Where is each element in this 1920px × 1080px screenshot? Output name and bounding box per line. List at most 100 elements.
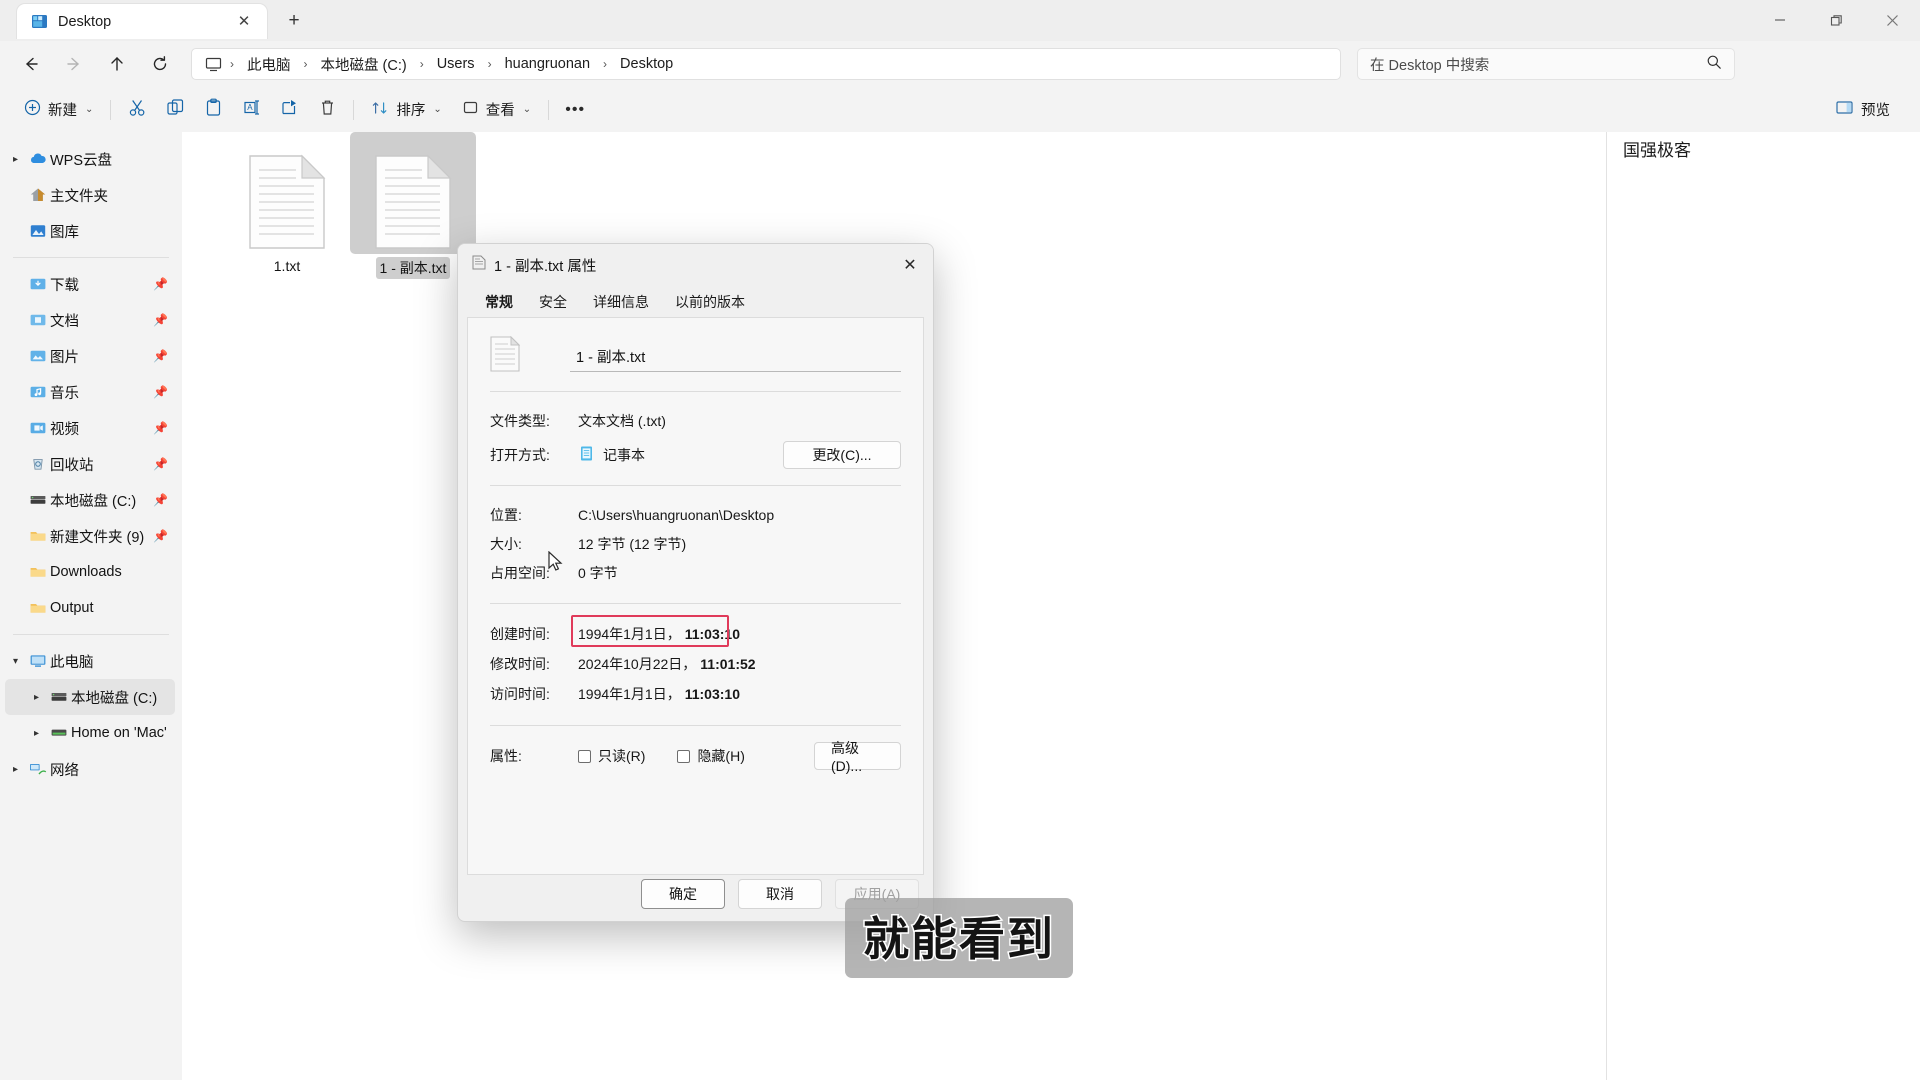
dialog-tabs[interactable]: 常规 安全 详细信息 以前的版本 — [458, 286, 933, 317]
pin-icon[interactable]: 📌 — [153, 493, 168, 507]
breadcrumb-item-1[interactable]: 本地磁盘 (C:) — [314, 51, 414, 78]
new-tab-button[interactable]: + — [277, 4, 311, 38]
modified-date: 2024年10月22日， — [578, 656, 697, 672]
sidebar-item-local-disk-c-tree[interactable]: ▸ 本地磁盘 (C:) — [5, 679, 175, 715]
pin-icon[interactable]: 📌 — [153, 421, 168, 435]
view-button[interactable]: 查看 ⌄ — [452, 93, 541, 127]
sidebar-item-pictures[interactable]: 图片 📌 — [5, 338, 175, 374]
sidebar-item-network[interactable]: ▸ 网络 — [5, 751, 175, 787]
breadcrumb-item-2[interactable]: Users — [430, 53, 482, 75]
preview-button-label: 预览 — [1861, 103, 1890, 119]
hidden-checkbox[interactable] — [677, 749, 691, 763]
sidebar-item-music[interactable]: 音乐 📌 — [5, 374, 175, 410]
readonly-checkbox-group[interactable]: 只读(R) — [578, 746, 645, 766]
chevron-right-icon[interactable]: ▸ — [26, 728, 47, 739]
sidebar-divider — [13, 634, 169, 635]
pin-icon[interactable]: 📌 — [153, 313, 168, 327]
sidebar-item-this-pc[interactable]: ▾ 此电脑 — [5, 643, 175, 679]
chevron-down-icon[interactable]: ▾ — [5, 656, 26, 667]
sidebar-divider — [13, 257, 169, 258]
tab-desktop[interactable]: Desktop ✕ — [16, 3, 268, 39]
chevron-right-icon[interactable]: ▸ — [5, 154, 26, 165]
address-bar-row: › 此电脑 › 本地磁盘 (C:) › Users › huangruonan … — [0, 41, 1920, 87]
sidebar-item-output[interactable]: Output — [5, 590, 175, 626]
sidebar-item-home-on-mac[interactable]: ▸ Home on 'Mac' ( — [5, 715, 175, 751]
tab-previous-versions[interactable]: 以前的版本 — [662, 286, 758, 317]
breadcrumb-item-4[interactable]: Desktop — [613, 53, 680, 75]
sidebar-item-gallery[interactable]: 图库 — [5, 213, 175, 249]
filename-input[interactable]: 1 - 副本.txt — [570, 341, 901, 372]
pin-icon[interactable]: 📌 — [153, 529, 168, 543]
advanced-button[interactable]: 高级(D)... — [814, 740, 901, 774]
recycle-bin-icon — [26, 455, 50, 473]
chevron-right-icon[interactable]: ▸ — [5, 764, 26, 775]
text-file-icon — [249, 154, 326, 249]
pin-icon[interactable]: 📌 — [153, 385, 168, 399]
sidebar-item-videos[interactable]: 视频 📌 — [5, 410, 175, 446]
hidden-checkbox-group[interactable]: 隐藏(H) — [677, 746, 745, 766]
sidebar-item-documents[interactable]: 文档 📌 — [5, 302, 175, 338]
close-button[interactable] — [1864, 0, 1920, 40]
tab-label: Desktop — [58, 13, 112, 30]
rename-button[interactable]: A — [232, 93, 270, 127]
breadcrumb-item-0[interactable]: 此电脑 — [240, 51, 298, 78]
cut-button[interactable] — [118, 93, 156, 127]
refresh-button[interactable] — [143, 47, 177, 81]
notepad-icon — [578, 445, 595, 465]
ok-button[interactable]: 确定 — [641, 879, 725, 909]
share-button[interactable] — [270, 93, 308, 127]
tab-security[interactable]: 安全 — [526, 286, 580, 317]
close-icon[interactable]: ✕ — [231, 9, 257, 35]
attributes-label: 属性: — [490, 748, 522, 764]
new-button-label: 新建 — [48, 103, 77, 119]
modified-time-row: 修改时间: 2024年10月22日， 11:01:52 — [490, 649, 901, 679]
sidebar-item-local-disk-c[interactable]: 本地磁盘 (C:) 📌 — [5, 482, 175, 518]
copy-button[interactable] — [156, 93, 194, 127]
readonly-checkbox[interactable] — [578, 749, 591, 763]
change-app-button[interactable]: 更改(C)... — [783, 441, 901, 469]
this-pc-icon[interactable] — [202, 56, 224, 73]
up-button[interactable] — [100, 47, 134, 81]
file-item-1txt[interactable]: 1.txt — [224, 146, 350, 276]
file-properties-dialog[interactable]: 1 - 副本.txt 属性 ✕ 常规 安全 详细信息 以前的版本 1 - 副本.… — [457, 243, 934, 922]
close-icon[interactable]: ✕ — [887, 244, 933, 286]
breadcrumb-item-3[interactable]: huangruonan — [498, 53, 597, 75]
delete-button[interactable] — [308, 93, 346, 127]
search-box[interactable]: 在 Desktop 中搜索 — [1357, 48, 1735, 80]
maximize-button[interactable] — [1808, 0, 1864, 40]
sidebar-item-new-folder-9[interactable]: 新建文件夹 (9) 📌 — [5, 518, 175, 554]
sidebar-item-home[interactable]: 主文件夹 — [5, 177, 175, 213]
sidebar-item-label: 回收站 — [50, 457, 94, 474]
breadcrumb-separator: › — [487, 57, 492, 71]
navigation-sidebar[interactable]: ▸ WPS云盘 主文件夹 图库 下载 � — [0, 132, 182, 1080]
tab-general[interactable]: 常规 — [472, 286, 526, 317]
sidebar-item-recycle-bin[interactable]: 回收站 📌 — [5, 446, 175, 482]
sidebar-item-label: 音乐 — [50, 385, 79, 402]
tab-details[interactable]: 详细信息 — [580, 286, 662, 317]
location-value: C:\Users\huangruonan\Desktop — [578, 506, 775, 523]
preview-button[interactable]: 预览 — [1825, 93, 1900, 127]
new-button[interactable]: 新建 ⌄ — [14, 93, 103, 127]
sidebar-item-downloads[interactable]: 下载 📌 — [5, 266, 175, 302]
file-type-value: 文本文档 (.txt) — [578, 412, 666, 429]
more-button[interactable]: ••• — [556, 93, 594, 127]
breadcrumb[interactable]: › 此电脑 › 本地磁盘 (C:) › Users › huangruonan … — [191, 48, 1341, 80]
paste-button[interactable] — [194, 93, 232, 127]
back-button[interactable] — [14, 47, 48, 81]
forward-button[interactable] — [57, 47, 91, 81]
pin-icon[interactable]: 📌 — [153, 349, 168, 363]
sidebar-item-downloads-folder[interactable]: Downloads — [5, 554, 175, 590]
divider — [353, 99, 355, 120]
cancel-button[interactable]: 取消 — [738, 879, 822, 909]
share-icon — [280, 98, 299, 121]
sort-button[interactable]: 排序 ⌄ — [361, 93, 451, 127]
search-input[interactable]: 在 Desktop 中搜索 — [1370, 54, 1706, 75]
chevron-right-icon[interactable]: ▸ — [26, 692, 47, 703]
pin-icon[interactable]: 📌 — [153, 277, 168, 291]
search-icon[interactable] — [1706, 54, 1722, 75]
minimize-button[interactable] — [1752, 0, 1808, 40]
pin-icon[interactable]: 📌 — [153, 457, 168, 471]
file-thumbnail — [350, 132, 476, 254]
sidebar-item-wps-cloud[interactable]: ▸ WPS云盘 — [5, 141, 175, 177]
plus-circle-icon — [24, 99, 41, 120]
